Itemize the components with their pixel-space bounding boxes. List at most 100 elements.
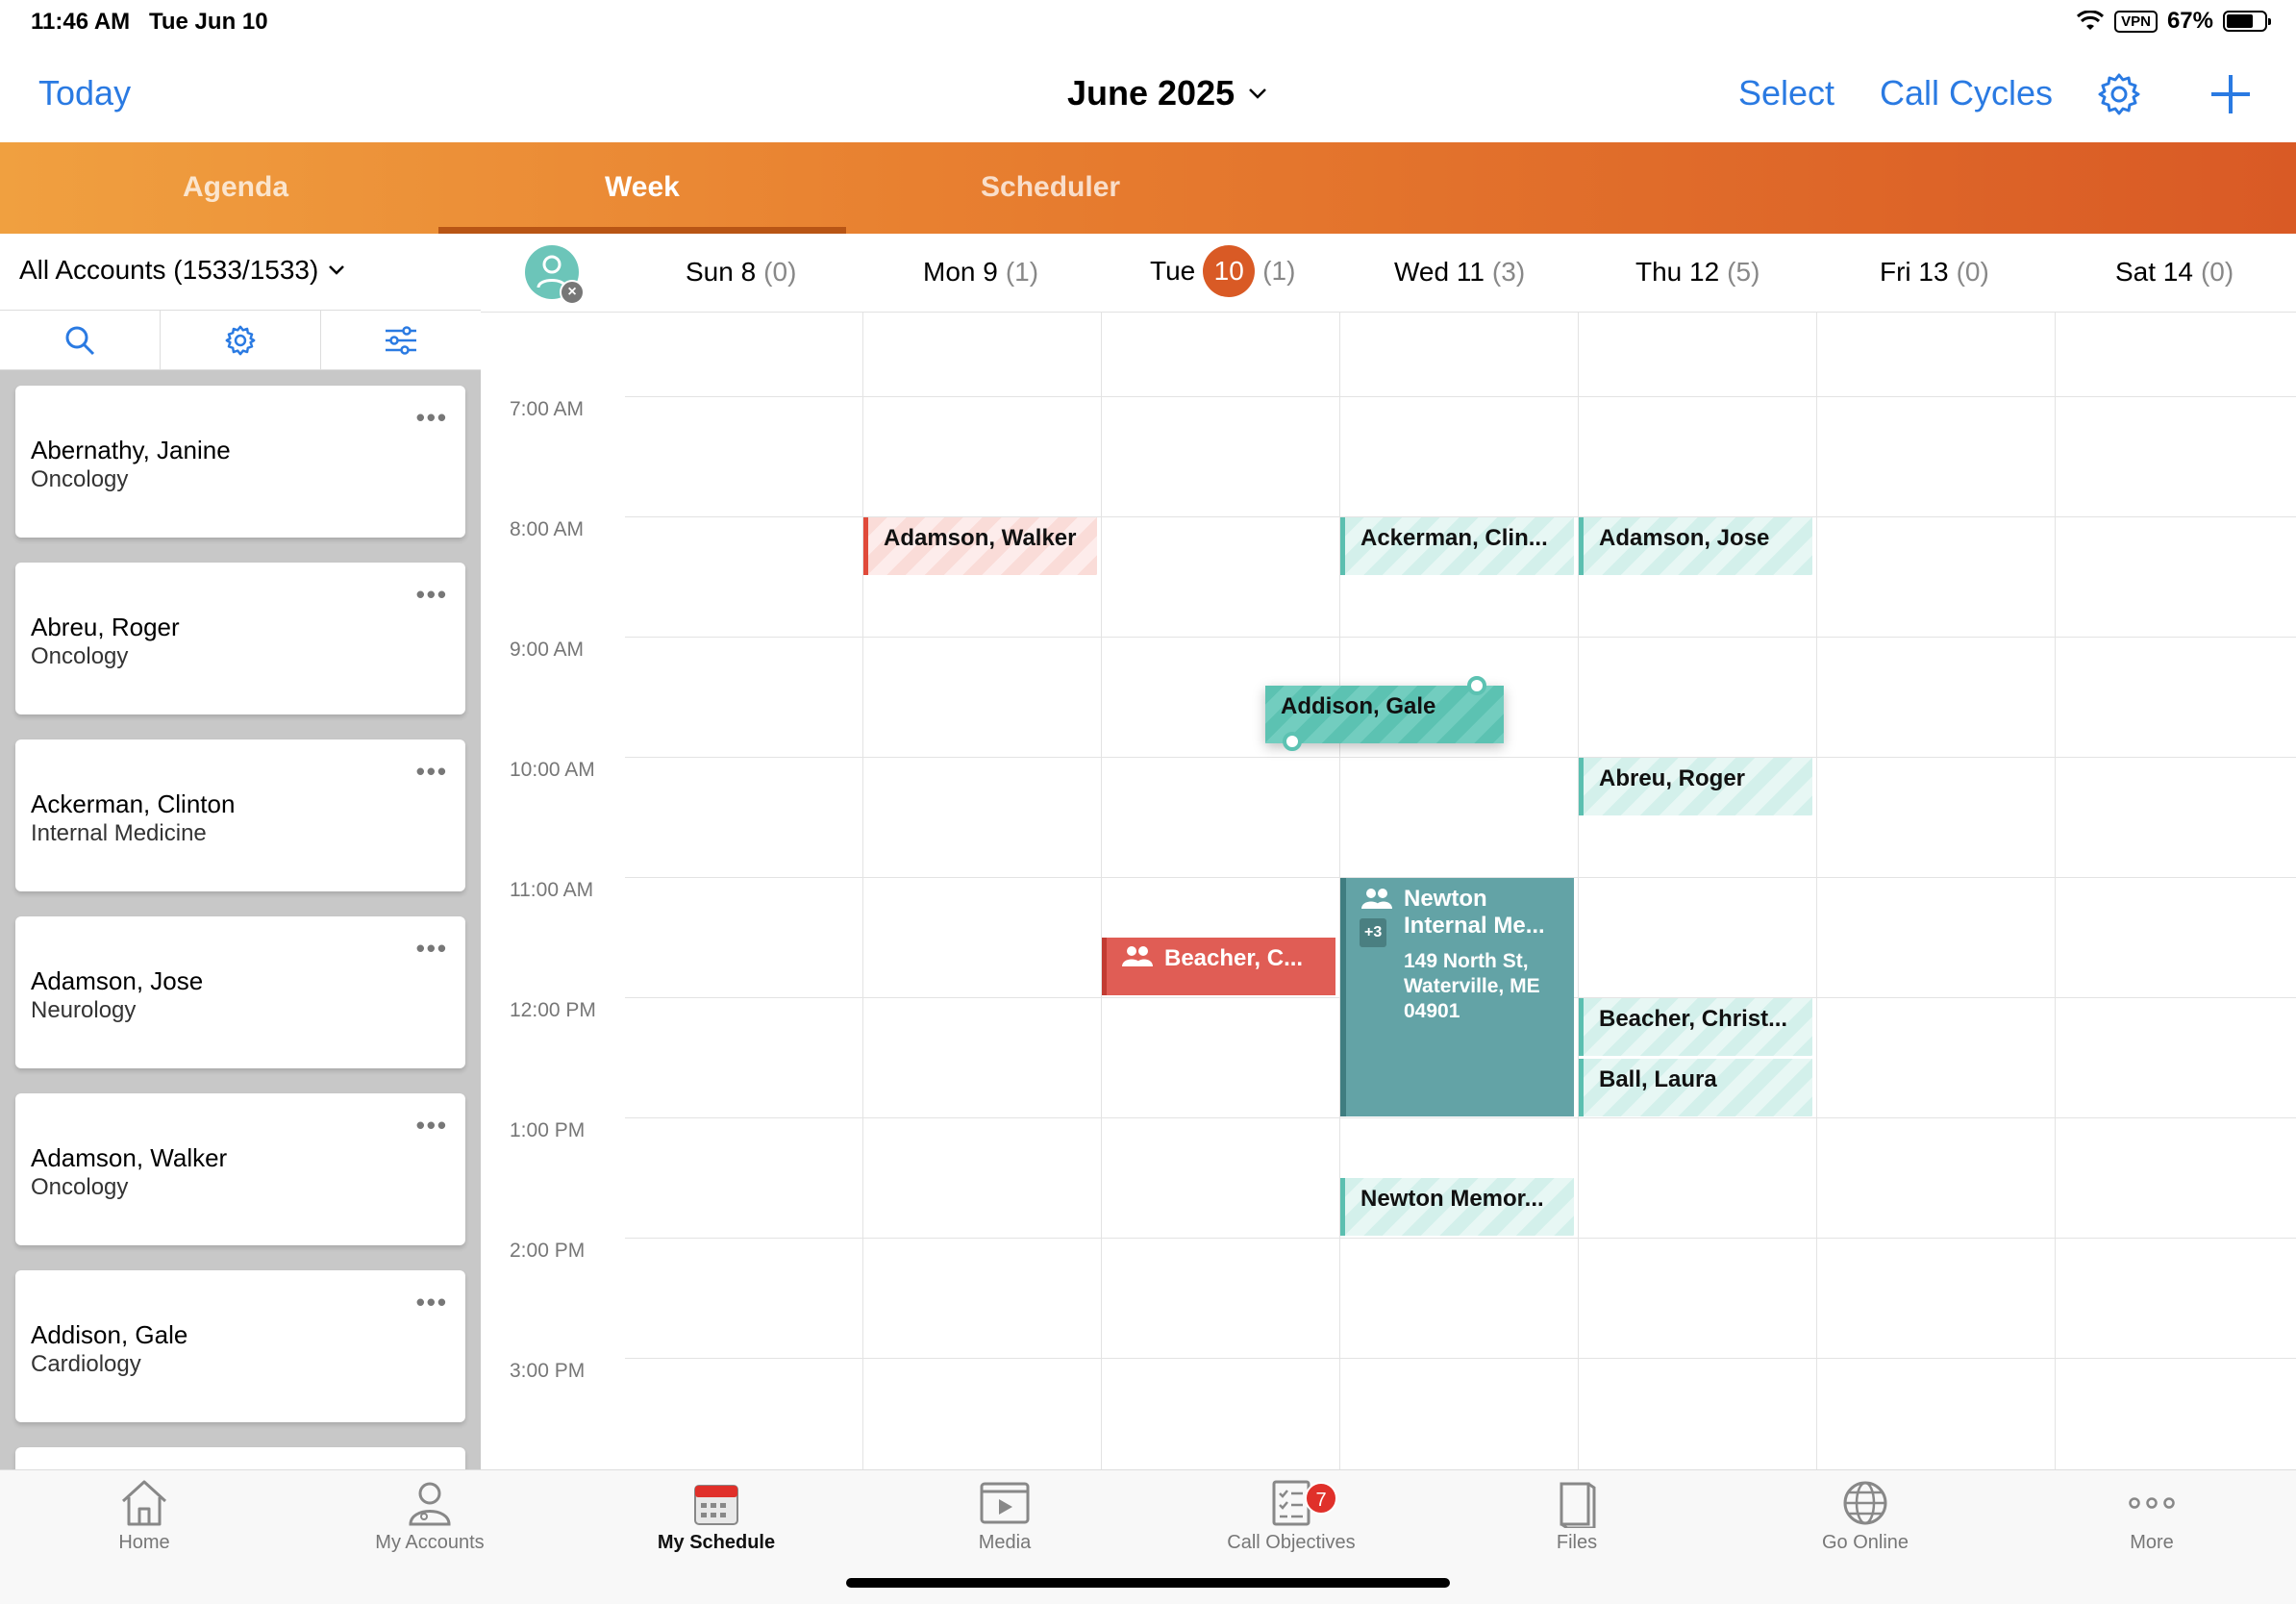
sliders-icon	[386, 325, 416, 355]
battery-icon	[2223, 11, 2271, 32]
media-icon	[980, 1482, 1030, 1524]
tab-files[interactable]: Files	[1461, 1478, 1692, 1554]
gear-icon	[225, 325, 256, 355]
calendar-event[interactable]: Beacher, C...	[1102, 938, 1335, 995]
call-cycles-button[interactable]: Call Cycles	[1880, 73, 2053, 113]
more-options-icon[interactable]: •••	[416, 1288, 448, 1317]
account-name: Abreu, Roger	[31, 613, 180, 641]
account-name: Adamson, Walker	[31, 1143, 228, 1172]
accounts-filter-dropdown[interactable]: All Accounts (1533/1533)	[19, 255, 345, 286]
account-card[interactable]: ••• Ackerman, Clinton Internal Medicine	[15, 739, 465, 891]
event-title: Newton Internal Me...	[1404, 886, 1545, 939]
day-label: Fri 13	[1880, 257, 1949, 287]
more-options-icon[interactable]: •••	[416, 757, 448, 787]
account-specialty: Cardiology	[31, 1351, 141, 1377]
calendar-event-group[interactable]: +3 Newton Internal Me... 149 North St, W…	[1340, 878, 1574, 1116]
tab-label: My Accounts	[375, 1532, 485, 1553]
day-header-wed[interactable]: Wed 11 (3)	[1394, 257, 1525, 288]
status-time: 11:46 AM	[31, 9, 131, 35]
account-specialty: Neurology	[31, 997, 137, 1023]
day-header-sun[interactable]: Sun 8 (0)	[686, 257, 796, 288]
day-header-fri[interactable]: Fri 13 (0)	[1880, 257, 1989, 288]
tab-label: My Schedule	[657, 1532, 776, 1553]
hour-line	[625, 757, 2296, 758]
tab-week[interactable]: Week	[605, 171, 680, 204]
account-name: Abernathy, Janine	[31, 436, 231, 464]
status-date: Tue Jun 10	[149, 9, 268, 35]
tab-label: Call Objectives	[1227, 1532, 1356, 1553]
day-divider	[1816, 313, 1817, 1469]
event-address: 149 North St, Waterville, ME 04901	[1404, 950, 1540, 1022]
day-header-sat[interactable]: Sat 14 (0)	[2115, 257, 2234, 288]
nav-bar: Today June 2025 Select Call Cycles	[0, 46, 2296, 142]
calendar-event[interactable]: Ackerman, Clin...	[1340, 517, 1574, 575]
week-grid[interactable]: 7:00 AM 8:00 AM 9:00 AM 10:00 AM 11:00 A…	[481, 313, 2296, 1469]
more-options-icon[interactable]: •••	[416, 403, 448, 433]
resize-handle-bottom[interactable]	[1283, 732, 1302, 751]
account-card[interactable]: ••• Addison, Gale Cardiology	[15, 1270, 465, 1422]
tab-my-accounts[interactable]: My Accounts	[314, 1478, 545, 1554]
select-button[interactable]: Select	[1738, 73, 1834, 113]
account-settings-button[interactable]	[161, 311, 321, 369]
account-card[interactable]: ••• Abernathy, Janine Oncology	[15, 386, 465, 538]
day-count: (0)	[1956, 257, 1989, 287]
calendar-event[interactable]: Adamson, Walker	[863, 517, 1097, 575]
account-specialty: Oncology	[31, 1174, 129, 1200]
doctor-icon	[409, 1482, 451, 1526]
filter-button[interactable]	[321, 311, 481, 369]
calendar-event[interactable]: Beacher, Christ...	[1579, 998, 1812, 1056]
gear-icon[interactable]	[2096, 71, 2142, 117]
account-name: Adamson, Jose	[31, 966, 204, 995]
today-button[interactable]: Today	[38, 73, 131, 113]
day-label: Mon 9	[923, 257, 998, 287]
resize-handle-top[interactable]	[1467, 676, 1486, 695]
day-header-tue[interactable]: Tue 10 (1)	[1150, 245, 1295, 297]
month-picker[interactable]: June 2025	[1067, 73, 1267, 113]
calendar-event[interactable]: Ball, Laura	[1579, 1059, 1812, 1116]
day-divider	[1578, 313, 1579, 1469]
calendar-event[interactable]: Adamson, Jose	[1579, 517, 1812, 575]
chevron-down-icon	[329, 265, 345, 275]
files-icon	[1560, 1482, 1596, 1528]
tab-home[interactable]: Home	[29, 1478, 260, 1554]
more-options-icon[interactable]: •••	[416, 580, 448, 610]
tab-agenda[interactable]: Agenda	[183, 171, 288, 204]
tab-more[interactable]: More	[2036, 1478, 2267, 1554]
day-header-thu[interactable]: Thu 12 (5)	[1635, 257, 1759, 288]
accounts-filter-header: All Accounts (1533/1533)	[0, 234, 481, 311]
hour-line	[625, 1117, 2296, 1118]
tab-media[interactable]: Media	[889, 1478, 1120, 1554]
time-label: 1:00 PM	[510, 1119, 586, 1141]
tab-go-online[interactable]: Go Online	[1750, 1478, 1981, 1554]
user-filter-avatar[interactable]: ×	[525, 245, 585, 305]
more-options-icon[interactable]: •••	[416, 934, 448, 964]
vpn-badge: VPN	[2114, 10, 2158, 33]
time-label: 2:00 PM	[510, 1240, 586, 1262]
attendee-count-badge: +3	[1360, 918, 1387, 947]
account-card[interactable]: ••• Adamson, Walker Oncology	[15, 1093, 465, 1245]
calendar-event[interactable]: Abreu, Roger	[1579, 758, 1812, 815]
more-options-icon[interactable]: •••	[416, 1111, 448, 1140]
tab-scheduler[interactable]: Scheduler	[981, 171, 1120, 204]
tab-my-schedule[interactable]: My Schedule	[601, 1478, 832, 1554]
day-count: (1)	[1005, 257, 1039, 287]
account-card[interactable]: ••• Abreu, Roger Oncology	[15, 563, 465, 714]
account-card[interactable]: ••• Adamson, Jose Neurology	[15, 916, 465, 1068]
account-specialty: Internal Medicine	[31, 820, 207, 846]
calendar-event[interactable]: Newton Memor...	[1340, 1178, 1574, 1236]
today-badge: 10	[1203, 245, 1256, 297]
more-icon	[2129, 1497, 2175, 1509]
search-button[interactable]	[0, 311, 161, 369]
day-label: Sun 8	[686, 257, 757, 287]
close-icon[interactable]: ×	[560, 280, 585, 305]
hour-line	[625, 396, 2296, 397]
status-bar: 11:46 AM Tue Jun 10 VPN 67%	[0, 0, 2296, 46]
home-indicator[interactable]	[846, 1578, 1450, 1588]
time-label: 8:00 AM	[510, 518, 585, 540]
day-divider	[2055, 313, 2056, 1469]
day-header-mon[interactable]: Mon 9 (1)	[923, 257, 1038, 288]
dragging-event[interactable]: Addison, Gale	[1265, 686, 1504, 743]
add-icon[interactable]	[2208, 71, 2254, 117]
tab-call-objectives[interactable]: 7 Call Objectives	[1176, 1478, 1407, 1554]
accounts-panel: All Accounts (1533/1533) ••• Abernathy, …	[0, 234, 481, 1486]
